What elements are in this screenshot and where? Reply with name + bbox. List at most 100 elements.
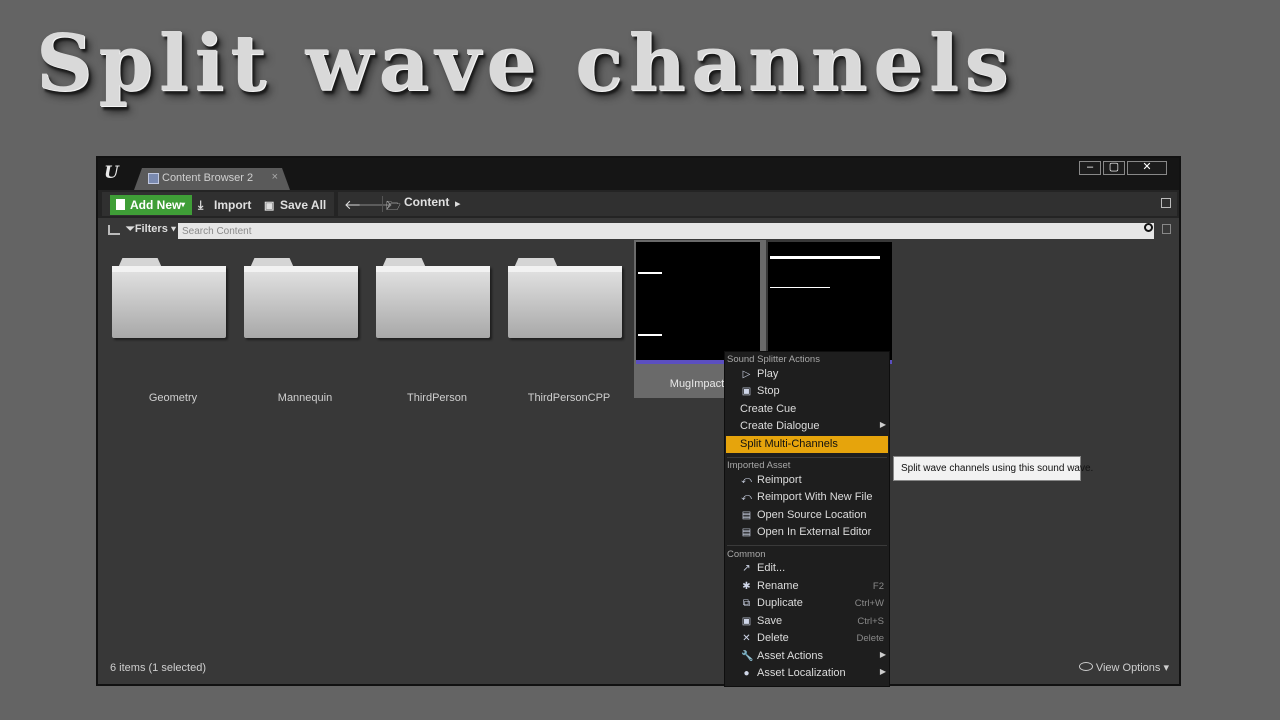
shortcut-label: Ctrl+S (857, 616, 884, 627)
menu-item-reimport[interactable]: ⤺ Reimport (726, 472, 888, 489)
folder-icon (244, 258, 358, 338)
tab-content-browser[interactable]: Content Browser 2 × (134, 168, 290, 190)
asset-tile-folder[interactable]: Geometry (110, 256, 236, 404)
save-all-icon: ▣ (264, 200, 275, 212)
menu-item-label: Rename (757, 580, 799, 592)
delete-icon: ✕ (742, 633, 751, 644)
tab-label: Content Browser 2 (162, 172, 254, 184)
content-browser-window: U Content Browser 2 × – ▢ ✕ Add New ▾ ⤓ … (96, 156, 1181, 686)
edit-icon: ↗ (742, 563, 751, 574)
tooltip-split-multi-channels: Split wave channels using this sound wav… (893, 456, 1093, 481)
asset-label: Mannequin (277, 392, 333, 404)
soundwave-thumbnail (636, 242, 760, 364)
menu-item-label: Stop (757, 385, 780, 397)
reimport-icon: ⤺ (741, 475, 752, 486)
import-label: Import (214, 198, 252, 212)
view-options-button[interactable]: View Options ▾ (1078, 661, 1169, 674)
close-button[interactable]: ✕ (1127, 161, 1167, 175)
menu-item-open-source-location[interactable]: ▤ Open Source Location (726, 507, 888, 524)
lock-icon[interactable] (1161, 198, 1171, 208)
save-icon: ▣ (741, 616, 752, 627)
menu-item-duplicate[interactable]: ⧉ Duplicate Ctrl+W (726, 595, 888, 612)
menu-item-asset-localization[interactable]: ● Asset Localization ▶ (726, 665, 888, 682)
asset-tile-folder[interactable]: ThirdPersonCPP (506, 256, 632, 404)
window-controls: – ▢ ✕ (1077, 161, 1167, 175)
asset-context-menu: Sound Splitter Actions ▷ Play ▣ Stop Cre… (724, 351, 890, 687)
asset-tile-folder[interactable]: Mannequin (242, 256, 368, 404)
menu-separator (727, 545, 887, 546)
import-button[interactable]: ⤓ Import (198, 195, 256, 215)
menu-item-asset-actions[interactable]: 🔧 Asset Actions ▶ (726, 648, 888, 665)
unreal-logo-icon: U (104, 163, 119, 183)
view-options-label: View Options (1095, 662, 1161, 674)
filter-row: ⏷Filters ▾ (98, 220, 1179, 242)
title-bar: U Content Browser 2 × – ▢ ✕ (98, 158, 1179, 190)
shortcut-label: F2 (872, 581, 884, 592)
globe-icon: ● (743, 668, 750, 679)
menu-item-edit[interactable]: ↗ Edit... (726, 560, 888, 577)
page-headline: Split wave channels (36, 18, 1015, 109)
menu-item-reimport-new-file[interactable]: ⤺ Reimport With New File (726, 489, 888, 506)
menu-item-label: Play (757, 368, 779, 380)
menu-item-label: Save (757, 615, 783, 627)
asset-label: Geometry (148, 392, 198, 404)
soundwave-thumbnail (768, 242, 892, 364)
menu-item-create-cue[interactable]: Create Cue (726, 401, 888, 418)
duplicate-icon: ⧉ (742, 598, 751, 609)
menu-item-open-external-editor[interactable]: ▤ Open In External Editor (726, 524, 888, 541)
shortcut-label: Delete (856, 633, 884, 644)
search-input[interactable] (178, 223, 1154, 239)
save-search-icon[interactable] (1162, 224, 1171, 234)
folder-open-icon: 🗁 (386, 199, 401, 213)
filters-label: Filters (134, 223, 168, 235)
menu-item-create-dialogue[interactable]: Create Dialogue ▶ (726, 418, 888, 435)
shortcut-label: Ctrl+W (854, 598, 884, 609)
path-arrow-icon[interactable]: ▸ (455, 197, 461, 210)
menu-item-label: Duplicate (757, 597, 803, 609)
menu-item-label: Create Dialogue (740, 420, 820, 432)
stop-icon: ▣ (741, 386, 752, 397)
toolbar-actions-group: Add New ▾ ⤓ Import ▣ Save All (102, 192, 334, 216)
menu-item-save[interactable]: ▣ Save Ctrl+S (726, 613, 888, 630)
menu-section-heading: Imported Asset (727, 460, 791, 471)
menu-section-heading: Common (727, 549, 766, 560)
folder-icon (376, 258, 490, 338)
asset-tile-folder[interactable]: ThirdPerson (374, 256, 500, 404)
add-new-button[interactable]: Add New ▾ (110, 195, 192, 215)
waveform-channel (770, 256, 880, 259)
menu-item-split-multi-channels[interactable]: Split Multi-Channels (726, 436, 888, 453)
maximize-button[interactable]: ▢ (1103, 161, 1125, 175)
menu-item-label: Split Multi-Channels (740, 438, 838, 450)
submenu-arrow-icon: ▶ (879, 667, 886, 676)
minimize-button[interactable]: – (1079, 161, 1101, 175)
menu-item-label: Reimport (757, 474, 802, 486)
menu-item-rename[interactable]: ✱ Rename F2 (726, 578, 888, 595)
save-all-button[interactable]: ▣ Save All (264, 195, 328, 215)
search-icon[interactable] (1144, 223, 1153, 232)
tooltip-text: Split wave channels using this sound wav… (901, 463, 1094, 474)
status-text: 6 items (1 selected) (110, 662, 206, 674)
reimport-new-icon: ⤺ (741, 492, 752, 503)
save-all-label: Save All (280, 198, 327, 212)
menu-item-stop[interactable]: ▣ Stop (726, 383, 888, 400)
filters-button[interactable]: ⏷Filters ▾ (126, 223, 176, 236)
filter-funnel-icon: ⏷ (126, 223, 135, 235)
waveform-channel (770, 287, 830, 288)
eye-icon (1078, 662, 1093, 671)
menu-item-delete[interactable]: ✕ Delete Delete (726, 630, 888, 647)
add-new-label: Add New (130, 198, 182, 212)
filters-dropdown-icon: ▾ (167, 223, 177, 235)
waveform-channel (638, 334, 662, 336)
folder-location-icon: ▤ (741, 510, 752, 521)
submenu-arrow-icon: ▶ (879, 650, 886, 659)
tab-close-icon[interactable]: × (272, 171, 278, 183)
menu-item-label: Asset Localization (757, 667, 846, 679)
path-bar: 🡐 🡒 🗁 Content ▸ (338, 192, 1177, 216)
sources-toggle-icon[interactable] (108, 225, 120, 235)
menu-item-play[interactable]: ▷ Play (726, 366, 888, 383)
folder-icon (508, 258, 622, 338)
menu-section-heading: Sound Splitter Actions (727, 354, 820, 365)
menu-item-label: Delete (757, 632, 789, 644)
menu-item-label: Create Cue (740, 403, 797, 415)
new-file-icon (116, 199, 125, 210)
